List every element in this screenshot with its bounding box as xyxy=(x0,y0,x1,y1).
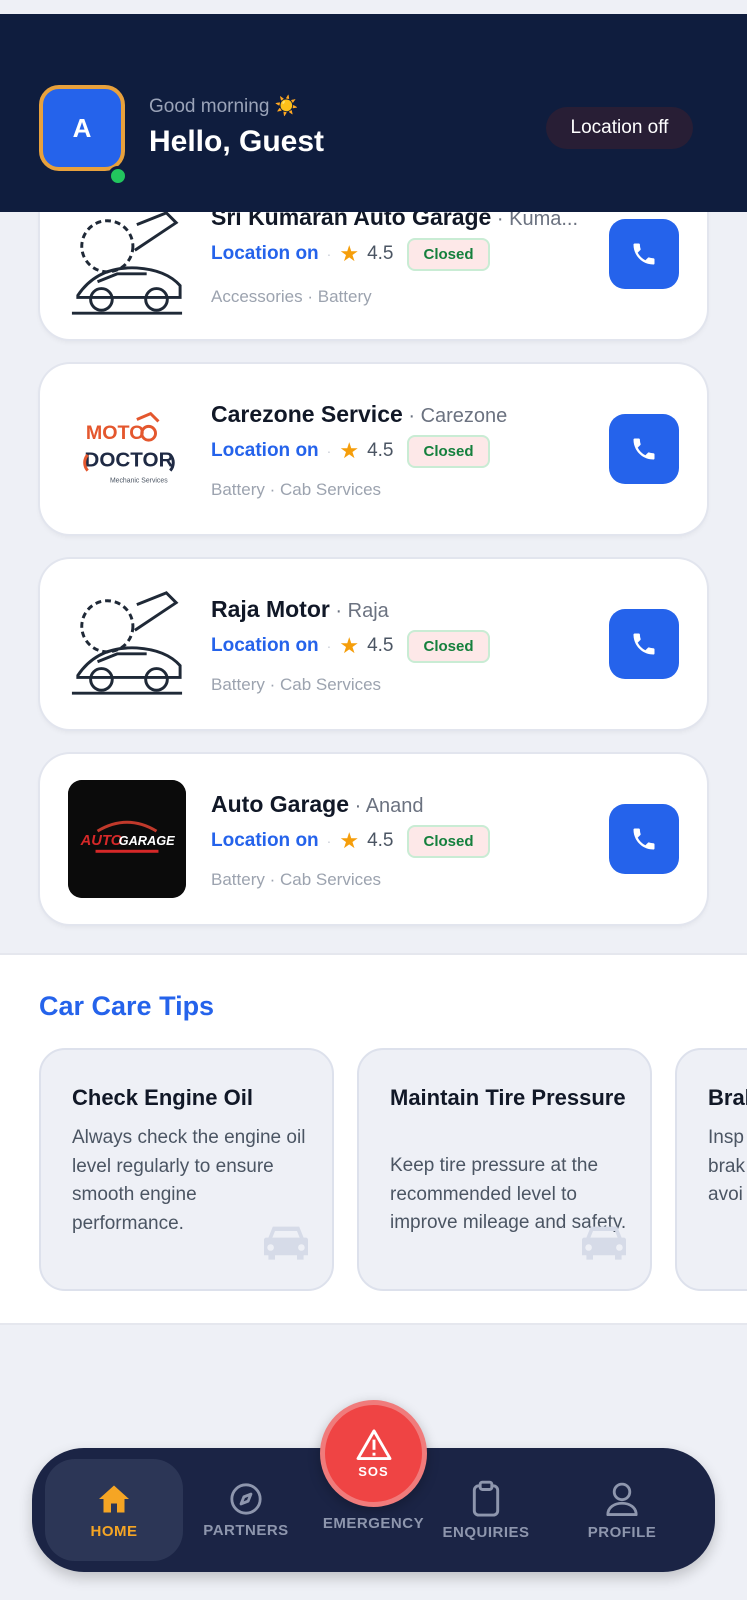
rating: 4.5 xyxy=(367,635,394,656)
section-title: Car Care Tips xyxy=(39,991,215,1021)
garage-categories: Battery · Cab Services xyxy=(211,675,382,694)
logo-text-sub: Mechanic Services xyxy=(110,477,168,484)
garage-name: Raja Motor xyxy=(211,596,330,622)
mechanic-car-icon xyxy=(68,205,186,323)
tip-title: Bral xyxy=(708,1085,747,1110)
auto-garage-logo: AUTO GARAGE xyxy=(68,780,186,898)
car-icon xyxy=(264,1226,308,1260)
tip-card[interactable]: Maintain Tire Pressure Keep tire pressur… xyxy=(357,1048,652,1291)
phone-icon xyxy=(633,633,655,655)
phone-icon xyxy=(633,828,655,850)
tip-card[interactable]: Bral Insp brak avoi xyxy=(675,1048,747,1291)
mechanic-car-icon xyxy=(68,585,186,703)
star-icon: ★ xyxy=(339,438,360,463)
home-icon xyxy=(99,1485,129,1512)
status-badge: Closed xyxy=(407,824,490,858)
location-status: Location on xyxy=(211,440,319,461)
clipboard-icon xyxy=(472,1480,500,1517)
call-button[interactable] xyxy=(609,219,679,289)
logo-text-main: DOCTOR xyxy=(84,449,173,472)
status-badge: Closed xyxy=(407,434,490,468)
garage-categories: Accessories · Battery xyxy=(211,287,372,306)
garage-owner: Raja xyxy=(347,600,389,622)
page-title: Hello, Guest xyxy=(149,125,325,158)
garage-name-row: Auto Garage · Anand xyxy=(211,791,424,817)
user-icon xyxy=(606,1482,638,1516)
garage-name: Auto Garage xyxy=(211,791,350,817)
phone-icon xyxy=(633,243,655,265)
nav-label: ENQUIRIES xyxy=(442,1523,530,1541)
avatar[interactable]: A xyxy=(39,85,125,171)
garage-owner: Anand xyxy=(365,795,424,817)
rating: 4.5 xyxy=(367,243,394,264)
call-button[interactable] xyxy=(609,609,679,679)
nav-label: PROFILE xyxy=(587,1523,657,1541)
garage-meta: Location on · ★ 4.5 Closed xyxy=(211,434,490,468)
rating: 4.5 xyxy=(367,830,394,851)
avatar-letter: A xyxy=(72,112,92,143)
logo-text-a: AUTO xyxy=(80,833,123,849)
location-status: Location on xyxy=(211,243,319,264)
location-status-button[interactable]: Location off xyxy=(546,107,693,149)
app-header: A Good morning ☀️ Hello, Guest Location … xyxy=(0,14,747,212)
garage-card[interactable]: Raja Motor · Raja Location on · ★ 4.5 Clos… xyxy=(40,559,707,729)
call-button[interactable] xyxy=(609,804,679,874)
garage-meta: Location on · ★ 4.5 Closed xyxy=(211,629,490,663)
compass-icon xyxy=(230,1482,262,1515)
garage-card[interactable]: MOTO DOCTOR Mechanic Services Carezone S… xyxy=(40,364,707,534)
garage-categories: Battery · Cab Services xyxy=(211,480,382,499)
tip-card[interactable]: Check Engine Oil Always check the engine… xyxy=(39,1048,334,1291)
sos-button[interactable]: SOS xyxy=(320,1400,427,1507)
garage-meta: Location on · ★ 4.5 Closed xyxy=(211,237,490,271)
car-icon xyxy=(582,1226,626,1260)
garage-categories: Battery · Cab Services xyxy=(211,870,382,889)
rating: 4.5 xyxy=(367,440,394,461)
emergency-label: EMERGENCY xyxy=(322,1515,425,1532)
nav-home[interactable]: HOME xyxy=(45,1459,183,1561)
tip-title: Maintain Tire Pressure xyxy=(390,1085,626,1110)
star-icon: ★ xyxy=(339,633,360,658)
logo-text-b: GARAGE xyxy=(119,833,176,848)
moto-doctor-logo: MOTO DOCTOR Mechanic Services xyxy=(68,390,186,508)
nav-enquiries[interactable]: ENQUIRIES xyxy=(430,1448,542,1572)
garage-name: Carezone Service xyxy=(211,401,403,427)
nav-profile[interactable]: PROFILE xyxy=(572,1448,672,1572)
logo-text-top: MOTO xyxy=(86,422,145,444)
phone-icon xyxy=(633,438,655,460)
tip-title: Check Engine Oil xyxy=(72,1085,253,1110)
tip-body: Insp brak avoi xyxy=(708,1127,745,1205)
star-icon: ★ xyxy=(339,828,360,853)
status-badge: Closed xyxy=(407,629,490,663)
garage-name-row: Carezone Service · Carezone xyxy=(211,401,508,427)
status-badge: Closed xyxy=(407,237,490,271)
garage-name-row: Raja Motor · Raja xyxy=(211,596,389,622)
call-button[interactable] xyxy=(609,414,679,484)
garage-card[interactable]: AUTO GARAGE Auto Garage · Anand Location… xyxy=(40,754,707,924)
sos-label: SOS xyxy=(358,1464,389,1479)
greeting-text: Good morning ☀️ xyxy=(149,96,299,117)
star-icon: ★ xyxy=(339,241,360,266)
garage-owner: Carezone xyxy=(420,405,508,427)
warning-icon xyxy=(356,1429,391,1460)
location-status: Location on xyxy=(211,635,319,656)
nav-partners[interactable]: PARTNERS xyxy=(194,1448,298,1572)
garage-meta: Location on · ★ 4.5 Closed xyxy=(211,824,490,858)
nav-label: PARTNERS xyxy=(203,1521,289,1539)
online-status-dot xyxy=(108,166,128,186)
car-care-tips-section: Car Care Tips Check Engine Oil Always ch… xyxy=(0,953,747,1325)
location-status: Location on xyxy=(211,830,319,851)
nav-label: HOME xyxy=(90,1522,138,1540)
